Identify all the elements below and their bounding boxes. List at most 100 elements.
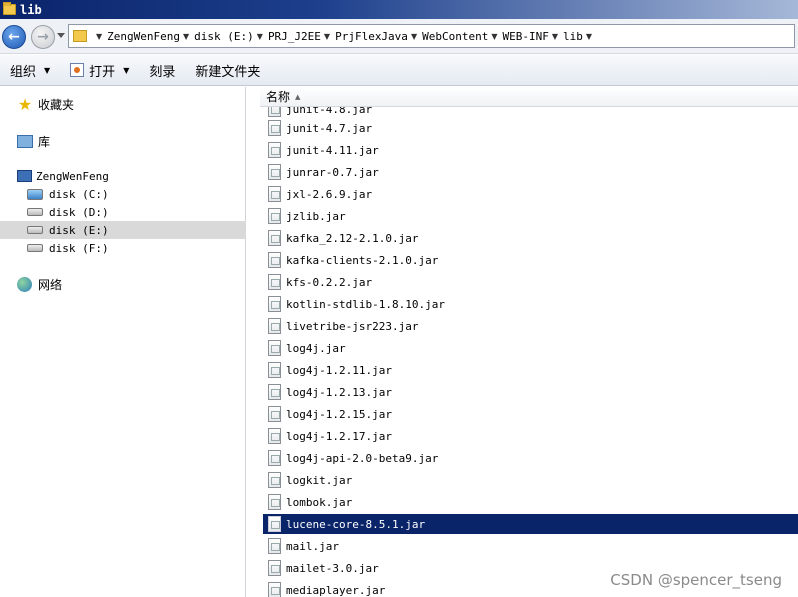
breadcrumb-item[interactable]: ZengWenFeng ▼ (107, 30, 194, 43)
breadcrumb-item[interactable]: WEB-INF ▼ (502, 30, 563, 43)
list-item[interactable]: log4j-1.2.15.jar (263, 404, 798, 424)
list-item[interactable]: junit-4.11.jar (263, 140, 798, 160)
title-bar: lib (0, 0, 798, 19)
jar-file-icon (268, 208, 281, 224)
java-icon (70, 63, 85, 77)
file-name: kotlin-stdlib-1.8.10.jar (286, 297, 445, 311)
sidebar-item-label: 收藏夹 (38, 97, 75, 112)
list-item[interactable]: lucene-core-8.5.1.jar (263, 514, 798, 534)
back-button[interactable]: ← (2, 25, 26, 49)
file-name: log4j.jar (286, 341, 346, 355)
breadcrumb-label: lib (563, 29, 583, 43)
list-item[interactable]: logkit.jar (263, 470, 798, 490)
list-item[interactable]: junit-4.7.jar (263, 118, 798, 138)
breadcrumb-arrow-icon[interactable]: ▼ (96, 32, 102, 41)
navigation-bar: ← → ▼ ZengWenFeng ▼ disk (E:) ▼ PRJ_J2EE ▼ Prj… (0, 19, 798, 54)
burn-label: 刻录 (149, 64, 176, 80)
open-button[interactable]: 打开 ▼ (60, 55, 139, 85)
sidebar-item-drive-e[interactable]: disk (E:) (0, 221, 246, 239)
breadcrumb-label: disk (E:) (194, 29, 254, 43)
history-dropdown-icon[interactable] (57, 33, 65, 38)
list-item[interactable]: log4j.jar (263, 338, 798, 358)
chevron-down-icon: ▼ (44, 65, 51, 75)
burn-button[interactable]: 刻录 (139, 55, 185, 85)
system-drive-icon (27, 188, 43, 200)
sidebar-item-label: disk (C:) (49, 187, 109, 201)
list-item[interactable]: log4j-api-2.0-beta9.jar (263, 448, 798, 468)
list-item[interactable]: log4j-1.2.11.jar (263, 360, 798, 380)
back-arrow-icon: ← (8, 29, 20, 45)
jar-file-icon (268, 186, 281, 202)
list-item[interactable]: log4j-1.2.13.jar (263, 382, 798, 402)
breadcrumb-label: WEB-INF (502, 29, 549, 43)
sidebar-item-computer[interactable]: ZengWenFeng (0, 167, 246, 185)
list-item[interactable]: kafka-clients-2.1.0.jar (263, 250, 798, 270)
breadcrumb-item[interactable]: lib ▼ (563, 30, 597, 43)
list-item[interactable]: kafka_2.12-2.1.0.jar (263, 228, 798, 248)
file-name: kafka_2.12-2.1.0.jar (286, 231, 419, 245)
sidebar-item-network[interactable]: 网络 (0, 275, 246, 293)
sidebar-item-drive-c[interactable]: disk (C:) (0, 185, 246, 203)
computer-icon (17, 170, 32, 182)
new-folder-button[interactable]: 新建文件夹 (185, 55, 270, 85)
jar-file-icon (268, 516, 281, 532)
library-icon (17, 134, 33, 148)
breadcrumb-arrow-icon[interactable]: ▼ (324, 32, 330, 41)
breadcrumb-arrow-icon[interactable]: ▼ (183, 32, 189, 41)
jar-file-icon (268, 450, 281, 466)
jar-file-icon (268, 340, 281, 356)
breadcrumb-item[interactable]: WebContent ▼ (422, 30, 502, 43)
open-label: 打开 (89, 64, 116, 80)
file-name: lucene-core-8.5.1.jar (286, 517, 426, 531)
drive-icon (27, 244, 43, 252)
sidebar-item-drive-f[interactable]: disk (F:) (0, 239, 246, 257)
list-item[interactable]: junrar-0.7.jar (263, 162, 798, 182)
column-header-name[interactable]: 名称 ▲ (260, 87, 798, 107)
address-bar[interactable]: ▼ ZengWenFeng ▼ disk (E:) ▼ PRJ_J2EE ▼ PrjFlex… (68, 24, 795, 48)
jar-file-icon (268, 142, 281, 158)
jar-file-icon (268, 318, 281, 334)
breadcrumb-arrow-icon[interactable]: ▼ (552, 32, 558, 41)
list-item[interactable]: lombok.jar (263, 492, 798, 512)
watermark: CSDN @spencer_tseng (610, 571, 782, 589)
organize-label: 组织 (10, 64, 37, 80)
list-item[interactable]: livetribe-jsr223.jar (263, 316, 798, 336)
navigation-pane: ★ 收藏夹 库 ZengWenFeng disk (C:) disk (D:) … (0, 87, 246, 597)
file-name: logkit.jar (286, 473, 353, 487)
file-list: junit-4.8.jar 名称 ▲ junit-4.7.jar junit-4.… (247, 87, 798, 597)
folder-icon (73, 30, 87, 42)
list-item[interactable]: jxl-2.6.9.jar (263, 184, 798, 204)
organize-button[interactable]: 组织 ▼ (0, 55, 60, 85)
jar-file-icon (268, 362, 281, 378)
drive-icon (27, 226, 43, 234)
jar-file-icon (268, 164, 281, 180)
breadcrumb-item[interactable]: disk (E:) ▼ (194, 30, 268, 43)
breadcrumb-label: PRJ_J2EE (267, 29, 321, 43)
forward-button[interactable]: → (31, 25, 55, 49)
list-item[interactable]: kotlin-stdlib-1.8.10.jar (263, 294, 798, 314)
jar-file-icon (268, 538, 281, 554)
chevron-down-icon[interactable]: ▼ (123, 66, 129, 75)
file-name: log4j-1.2.17.jar (286, 429, 392, 443)
file-name: log4j-1.2.13.jar (286, 385, 392, 399)
file-name: log4j-1.2.15.jar (286, 407, 392, 421)
jar-file-icon (268, 560, 281, 576)
breadcrumb-arrow-icon[interactable]: ▼ (257, 32, 263, 41)
breadcrumb-item[interactable]: PrjFlexJava ▼ (335, 30, 422, 43)
breadcrumb-arrow-icon[interactable]: ▼ (411, 32, 417, 41)
sidebar-item-libraries[interactable]: 库 (0, 132, 246, 150)
breadcrumb-item[interactable]: PRJ_J2EE ▼ (268, 30, 335, 43)
list-item[interactable]: kfs-0.2.2.jar (263, 272, 798, 292)
breadcrumb-arrow-icon[interactable]: ▼ (491, 32, 497, 41)
star-icon: ★ (17, 94, 33, 114)
file-name: mailet-3.0.jar (286, 561, 379, 575)
file-name: lombok.jar (286, 495, 353, 509)
list-item[interactable]: log4j-1.2.17.jar (263, 426, 798, 446)
sort-ascending-icon: ▲ (295, 92, 301, 101)
sidebar-item-favorites[interactable]: ★ 收藏夹 (0, 94, 246, 114)
list-item[interactable]: jzlib.jar (263, 206, 798, 226)
breadcrumb-arrow-icon[interactable]: ▼ (586, 32, 592, 41)
sidebar-item-label: 网络 (38, 277, 63, 292)
sidebar-item-drive-d[interactable]: disk (D:) (0, 203, 246, 221)
list-item[interactable]: mail.jar (263, 536, 798, 556)
